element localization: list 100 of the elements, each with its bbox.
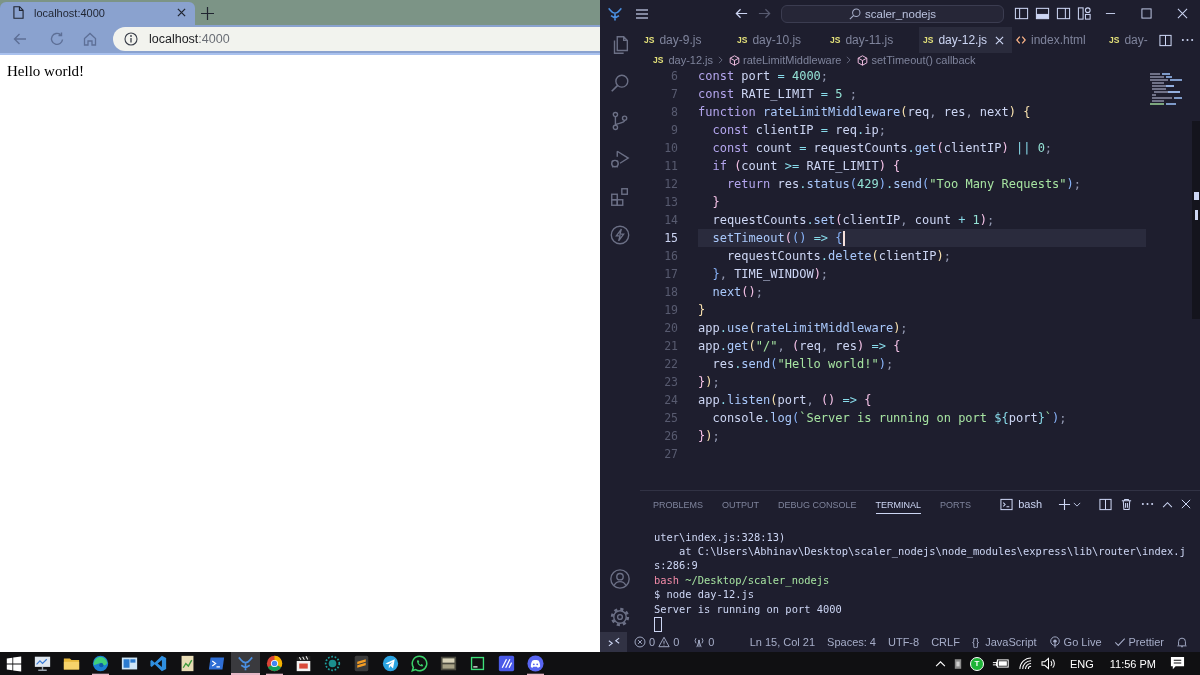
settings-icon[interactable] — [609, 606, 631, 628]
editor-tab[interactable]: JS day-9.js — [640, 27, 733, 53]
sidebar-toggle-icon[interactable] — [1014, 6, 1029, 21]
editor-tab[interactable]: JS day- — [1105, 27, 1148, 53]
language-mode[interactable]: {} JavaScript — [971, 636, 1037, 648]
remote-icon — [607, 636, 620, 648]
branching-logo-icon[interactable] — [607, 5, 623, 22]
code-line: }); — [698, 374, 720, 391]
code-line: } — [698, 302, 706, 319]
split-terminal-icon[interactable] — [1099, 497, 1112, 511]
problems-button[interactable]: 0 0 — [634, 636, 680, 648]
code-line: const count = requestCounts.get(clientIP) || 0; — [711, 140, 1053, 157]
panel-toggle-icon[interactable] — [1035, 6, 1050, 21]
formatter-button[interactable]: Prettier — [1113, 636, 1164, 648]
terminal-line: s:286:9 — [654, 558, 698, 573]
panel-tab[interactable]: OUTPUT — [722, 494, 759, 515]
search-icon[interactable] — [609, 72, 631, 94]
split-editor-icon[interactable] — [1159, 33, 1172, 47]
terminal-prompt: bash ~/Desktop/scaler_nodejs — [654, 572, 830, 588]
editor-tab[interactable]: JS day-10.js — [733, 27, 826, 53]
more-icon[interactable] — [1141, 502, 1154, 507]
indentation-setting[interactable]: Spaces: 4 — [827, 636, 876, 648]
file-type-label: JS — [653, 55, 664, 65]
file-type-label: JS — [830, 35, 841, 45]
lightning-icon[interactable] — [609, 224, 631, 246]
bell-icon[interactable] — [1176, 636, 1188, 648]
go-live-button[interactable]: Go Live — [1048, 636, 1102, 648]
editor-tab[interactable]: index.html — [1012, 27, 1105, 53]
antenna-icon — [693, 636, 706, 648]
file-type-label: JS — [923, 35, 934, 45]
secondary-sidebar-toggle-icon[interactable] — [1056, 6, 1071, 21]
command-center-search[interactable]: scaler_nodejs — [781, 4, 1004, 23]
terminal-selector[interactable]: bash — [1000, 497, 1042, 511]
ports-button[interactable]: 0 — [693, 636, 715, 648]
line-ending-setting[interactable]: CRLF — [931, 636, 960, 648]
code-line: requestCounts.delete(clientIP); — [725, 248, 951, 265]
remote-button[interactable] — [600, 632, 627, 652]
maximize-icon[interactable] — [1140, 8, 1152, 19]
editor-tab[interactable]: JS day-11.js — [826, 27, 919, 53]
code-line: if (count >= RATE_LIMIT) { — [711, 158, 901, 175]
back-arrow-icon[interactable] — [734, 6, 749, 21]
scrollbar-thumb[interactable] — [1192, 121, 1200, 319]
battery-plug-icon[interactable] — [991, 658, 1010, 669]
plus-icon[interactable] — [201, 7, 214, 20]
speaker-icon[interactable] — [1040, 657, 1056, 670]
extensions-icon[interactable] — [609, 186, 631, 208]
line-number: 7 — [670, 86, 679, 103]
chevron-down-icon[interactable] — [1073, 501, 1081, 507]
cursor-position[interactable]: Ln 15, Col 21 — [749, 636, 816, 648]
code-line: next(); — [711, 284, 764, 301]
segmented-circle-icon[interactable] — [266, 654, 283, 675]
panel-tab[interactable]: DEBUG CONSOLE — [778, 494, 857, 515]
four-pane-logo-icon[interactable] — [6, 655, 22, 672]
warning-icon — [658, 636, 671, 648]
panel-tab[interactable]: PORTS — [940, 494, 971, 515]
scrollbar-marker — [1194, 192, 1199, 200]
editor-tab[interactable]: JS day-12.js — [919, 27, 1012, 53]
code-line: const RATE_LIMIT = 5 ; — [698, 86, 857, 103]
breadcrumb-item[interactable]: setTimeout() callback — [857, 54, 976, 66]
browser-tab[interactable]: localhost:4000 — [0, 2, 195, 25]
code-line: app.listen(port, () => { — [698, 392, 872, 409]
code-line: res.send("Hello world!"); — [711, 356, 894, 373]
line-number: 18 — [663, 284, 679, 301]
device-icon[interactable] — [953, 657, 962, 670]
swirl-logo-icon[interactable] — [92, 654, 109, 675]
terminal-line: $ node day-12.js — [654, 587, 755, 602]
line-number: 9 — [670, 122, 679, 139]
line-number: 15 — [663, 230, 679, 247]
address-bar[interactable]: localhost:4000 — [113, 27, 600, 51]
more-icon[interactable] — [1181, 38, 1194, 42]
clock[interactable]: 11:56 PM — [1109, 657, 1156, 670]
chevron-right-icon — [718, 56, 724, 64]
terminal-cursor — [654, 617, 662, 632]
phone-bubble-icon[interactable] — [411, 654, 428, 675]
line-number: 12 — [663, 176, 679, 193]
code-line: app.get("/", (req, res) => { — [698, 338, 901, 355]
terminal-line: uter\index.js:328:13) — [654, 529, 786, 544]
code-line: setTimeout(() => { — [711, 230, 843, 247]
cube-icon — [729, 54, 741, 66]
breadcrumb-item[interactable]: JS day-12.js — [653, 54, 714, 66]
check-icon — [1113, 636, 1126, 648]
line-number: 11 — [663, 158, 679, 175]
chevron-up-icon[interactable] — [1162, 500, 1173, 508]
account-icon[interactable] — [609, 568, 631, 590]
panel-tab[interactable]: TERMINAL — [875, 494, 922, 515]
breadcrumb-item[interactable]: rateLimitMiddleware — [729, 54, 842, 66]
wifi-icon[interactable] — [1017, 657, 1033, 670]
encoding-setting[interactable]: UTF-8 — [888, 636, 920, 648]
close-icon[interactable] — [177, 8, 186, 17]
customize-layout-icon[interactable] — [1077, 6, 1092, 21]
line-number: 6 — [670, 68, 679, 85]
search-icon — [849, 7, 861, 20]
run-debug-icon[interactable] — [609, 148, 631, 170]
input-language[interactable]: ENG — [1069, 657, 1094, 670]
panel-tab[interactable]: PROBLEMS — [653, 494, 703, 515]
trash-icon[interactable] — [1120, 497, 1133, 511]
line-number: 22 — [663, 356, 679, 373]
line-number: 21 — [663, 338, 679, 355]
controller-face-icon[interactable] — [527, 654, 544, 675]
notification-icon[interactable] — [1170, 656, 1185, 671]
